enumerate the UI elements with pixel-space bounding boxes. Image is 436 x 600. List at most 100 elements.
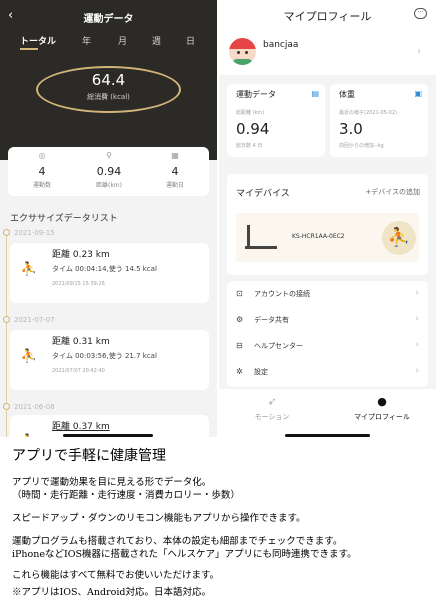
period-tabs: トータル 年 月 週 日 xyxy=(0,34,217,50)
treadmill-icon xyxy=(247,225,250,247)
my-device-card: マイデバイス +デバイスの追加 KS-HCR1AA-0EC2 ⛹ xyxy=(227,174,428,275)
entry-distance: 距離 0.37 km xyxy=(52,422,110,432)
card-value: 3.0 xyxy=(339,120,363,138)
treadmill-icon: ⛹ xyxy=(20,262,38,277)
timeline-dot xyxy=(3,229,10,236)
exercise-data-screen: ‹ 運動データ トータル 年 月 週 日 64.4 総消費 (kcal) ◎ 4… xyxy=(0,0,217,437)
summary-stats-card: ◎ 4 運動数 ⚲ 0.94 距離(km) ▦ 4 運動日 xyxy=(8,147,209,196)
description-line: これら機能はすべて無料でお使いいただけます。 xyxy=(12,570,220,581)
entry-distance: 距離 0.23 km xyxy=(52,250,110,260)
chevron-right-icon: › xyxy=(415,314,419,324)
menu-label: 設定 xyxy=(254,368,268,376)
runner-illustration: ⛹ xyxy=(382,221,416,255)
nav-label: モーション xyxy=(254,413,290,421)
screen-title: 運動データ xyxy=(83,14,134,25)
entry-date: 2021-06-08 xyxy=(14,403,55,411)
tab-week[interactable]: 週 xyxy=(152,34,161,47)
my-profile-screen: マイプロフィール ··· bancjaa › 運動データ ▤ 総距離 (km) … xyxy=(219,0,436,437)
active-tab-indicator xyxy=(20,48,38,50)
card-subtitle: 最近の様子(2021-05-02) xyxy=(339,110,397,116)
entry-date: 2021-07-07 xyxy=(14,316,55,324)
share-icon: ⚙ xyxy=(236,315,244,324)
tab-day[interactable]: 日 xyxy=(186,34,195,47)
timeline-dot xyxy=(3,403,10,410)
device-section-title: マイデバイス xyxy=(236,189,290,199)
menu-label: データ共有 xyxy=(254,316,289,324)
timeline-dot xyxy=(3,316,10,323)
treadmill-icon: ⛹ xyxy=(20,349,38,364)
screen-title: マイプロフィール xyxy=(283,10,372,23)
stat-exercise-days: ▦ 4 運動日 xyxy=(145,151,205,189)
stat-distance: ⚲ 0.94 距離(km) xyxy=(79,151,139,189)
nav-label: マイプロフィール xyxy=(354,413,410,421)
nav-my-profile[interactable]: ● マイプロフィール xyxy=(347,395,417,422)
chart-icon: ▤ xyxy=(311,89,319,98)
chevron-right-icon: › xyxy=(415,366,419,376)
device-banner[interactable]: KS-HCR1AA-0EC2 ⛹ xyxy=(236,213,419,262)
calendar-icon: ▦ xyxy=(171,151,179,160)
settings-menu: ⊡ アカウントの接続 › ⚙ データ共有 › ⊟ ヘルプセンター › ✲ 設定 … xyxy=(227,281,428,387)
menu-label: アカウントの接続 xyxy=(254,290,310,298)
device-name: KS-HCR1AA-0EC2 xyxy=(292,233,345,240)
description-line: 運動プログラムも搭載されており、本体の設定も細部までチェックできます。 xyxy=(12,536,343,547)
card-note: 前回からの増加--kg xyxy=(339,143,384,149)
feature-description: アプリで手軽に健康管理 アプリで運動効果を目に見える形でデータ化。 （時間・走行… xyxy=(0,437,436,600)
exercise-list-title: エクササイズデータリスト xyxy=(10,214,118,224)
stat-value: 4 xyxy=(38,165,46,178)
add-device-button[interactable]: +デバイスの追加 xyxy=(365,187,420,197)
treadmill-base xyxy=(245,246,277,249)
card-title: 運動データ xyxy=(236,90,276,99)
calorie-value: 64.4 xyxy=(91,71,126,89)
profile-header: マイプロフィール ··· bancjaa › xyxy=(219,0,436,75)
calorie-label: 総消費 (kcal) xyxy=(87,93,130,101)
chevron-right-icon[interactable]: › xyxy=(417,46,421,57)
description-line: iPhoneなどIOS機器に搭載された「ヘルスケア」アプリにも同時連携できます。 xyxy=(12,549,357,560)
description-heading: アプリで手軽に健康管理 xyxy=(12,448,166,464)
username[interactable]: bancjaa xyxy=(263,40,298,50)
stat-label: 運動数 xyxy=(32,182,51,189)
stat-label: 距離(km) xyxy=(95,182,122,189)
entry-distance: 距離 0.31 km xyxy=(52,337,110,347)
help-icon: ⊟ xyxy=(236,341,243,350)
menu-item-settings[interactable]: ✲ 設定 › xyxy=(227,359,428,385)
calorie-header: ‹ 運動データ トータル 年 月 週 日 64.4 総消費 (kcal) xyxy=(0,0,217,160)
avatar[interactable] xyxy=(229,38,256,65)
link-icon: ⊡ xyxy=(236,289,243,298)
description-line: ※アプリはIOS、Android対応。日本語対応。 xyxy=(12,587,211,598)
tab-total[interactable]: トータル xyxy=(20,34,56,47)
tab-month[interactable]: 月 xyxy=(118,34,127,47)
description-line: アプリで運動効果を目に見える形でデータ化。 xyxy=(12,477,212,488)
running-shoe-icon: ➶ xyxy=(267,395,277,408)
chevron-right-icon: › xyxy=(415,288,419,298)
bottom-navigation: ➶ モーション ● マイプロフィール xyxy=(219,389,436,437)
profile-icon: ● xyxy=(377,395,387,408)
menu-item-help-center[interactable]: ⊟ ヘルプセンター › xyxy=(227,333,428,359)
menu-item-data-share[interactable]: ⚙ データ共有 › xyxy=(227,307,428,333)
stat-exercise-count: ◎ 4 運動数 xyxy=(12,151,72,189)
description-line: （時間・走行距離・走行速度・消費カロリー・歩数） xyxy=(12,490,241,501)
chevron-right-icon: › xyxy=(415,340,419,350)
stat-label: 運動日 xyxy=(165,182,184,189)
avatar-eyes xyxy=(237,51,240,54)
entry-timestamp: 2021/07/07 20:42:40 xyxy=(52,368,105,374)
exercise-data-card[interactable]: 運動データ ▤ 総距離 (km) 0.94 総日数 4 日 xyxy=(227,84,325,157)
nav-motion[interactable]: ➶ モーション xyxy=(237,395,307,422)
card-note: 総日数 4 日 xyxy=(236,143,263,149)
menu-item-account-link[interactable]: ⊡ アカウントの接続 › xyxy=(227,281,428,307)
description-line: スピードアップ・ダウンのリモコン機能もアプリから操作できます。 xyxy=(12,513,306,524)
exercise-entry-card[interactable]: ⛹ 距離 0.31 km タイム 00:03:56,使う 21.7 kcal 2… xyxy=(10,330,209,390)
exercise-entry-card[interactable]: ⛹ 距離 0.23 km タイム 00:04:14,使う 14.5 kcal 2… xyxy=(10,243,209,303)
chat-bubble-icon[interactable]: ··· xyxy=(414,8,427,19)
entry-detail: タイム 00:03:56,使う 21.7 kcal xyxy=(52,352,157,360)
card-value: 0.94 xyxy=(236,120,270,138)
entry-date: 2021-09-15 xyxy=(14,229,55,237)
stat-value: 4 xyxy=(171,165,179,178)
avatar-hair xyxy=(229,38,256,49)
tab-year[interactable]: 年 xyxy=(82,34,91,47)
location-pin-icon: ⚲ xyxy=(106,151,112,160)
card-subtitle: 総距離 (km) xyxy=(236,110,265,116)
weight-card[interactable]: 体重 ▣ 最近の様子(2021-05-02) 3.0 前回からの増加--kg xyxy=(330,84,428,157)
avatar-body xyxy=(233,59,252,65)
card-title: 体重 xyxy=(339,90,355,99)
stat-value: 0.94 xyxy=(96,165,122,178)
